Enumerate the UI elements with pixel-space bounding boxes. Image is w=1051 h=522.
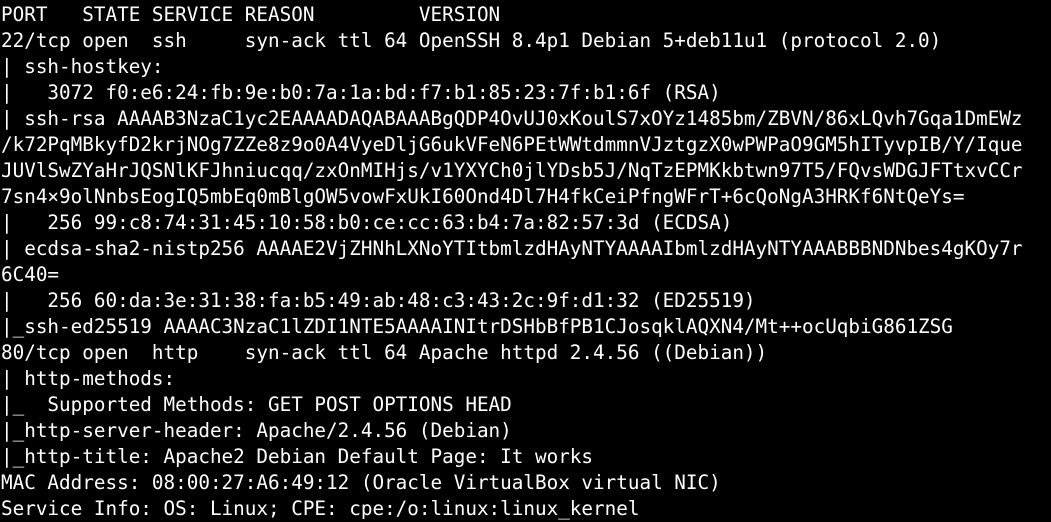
http-methods-heading: | http-methods:: [1, 367, 187, 390]
rsa-fingerprint-line: | 3072 f0:e6:24:fb:9e:b0:7a:1a:bd:f7:b1:…: [1, 81, 721, 104]
http-title-line: |_http-title: Apache2 Debian Default Pag…: [1, 445, 594, 468]
ssh-rsa-key-line: /k72PqMBkyfD2krjNOg7ZZe8z9o0A4VyeDljG6uk…: [1, 133, 1023, 156]
port-22-line: 22/tcp open ssh syn-ack ttl 64 OpenSSH 8…: [1, 29, 942, 52]
ssh-rsa-key-line: JUVlSwZYaHrJQSNlKFJhniucqq/zxOnMIHjs/v1Y…: [1, 159, 1023, 182]
ecdsa-fingerprint-line: | 256 99:c8:74:31:45:10:58:b0:ce:cc:63:b…: [1, 211, 733, 234]
port-80-line: 80/tcp open http syn-ack ttl 64 Apache h…: [1, 341, 768, 364]
terminal-output[interactable]: PORT STATE SERVICE REASON VERSION 22/tcp…: [0, 0, 1051, 522]
service-info-line: Service Info: OS: Linux; CPE: cpe:/o:lin…: [1, 497, 640, 520]
ecdsa-key-line: 6C40=: [1, 263, 60, 286]
port-table-header: PORT STATE SERVICE REASON VERSION: [1, 3, 501, 26]
ssh-rsa-key-line: | ssh-rsa AAAAB3NzaC1yc2EAAAADAQABAAABgQ…: [1, 107, 1023, 130]
ssh-rsa-key-line: 7sn4×9olNnbsEogIQ5mbEq0mBlgOW5vowFxUkI60…: [1, 185, 965, 208]
ssh-hostkey-heading: | ssh-hostkey:: [1, 55, 176, 78]
ed25519-key-line: |_ssh-ed25519 AAAAC3NzaC1lZDI1NTE5AAAAIN…: [1, 315, 953, 338]
http-server-header-line: |_http-server-header: Apache/2.4.56 (Deb…: [1, 419, 512, 442]
mac-address-line: MAC Address: 08:00:27:A6:49:12 (Oracle V…: [1, 471, 721, 494]
supported-methods-line: |_ Supported Methods: GET POST OPTIONS H…: [1, 393, 512, 416]
ecdsa-key-line: | ecdsa-sha2-nistp256 AAAAE2VjZHNhLXNoYT…: [1, 237, 1023, 260]
ed25519-fingerprint-line: | 256 60:da:3e:31:38:fa:b5:49:ab:48:c3:4…: [1, 289, 756, 312]
